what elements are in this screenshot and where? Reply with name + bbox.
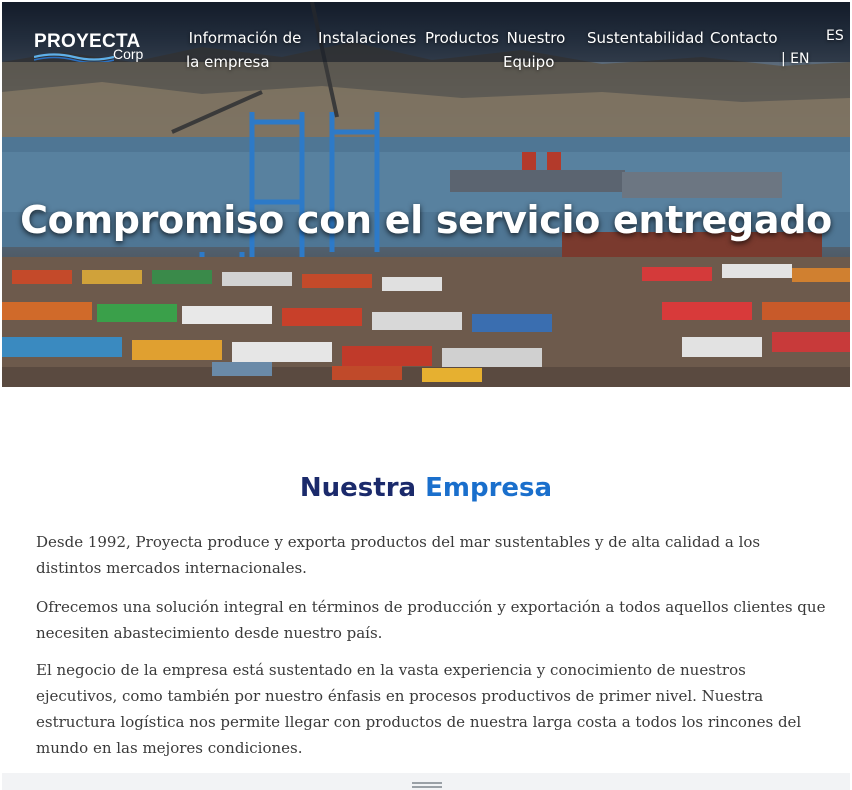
nav-item-label: Contacto (710, 29, 778, 47)
nav-item-label: Productos (425, 29, 499, 47)
paragraph-2: Ofrecemos una solución integral en térmi… (36, 598, 826, 642)
nav-item-sustentabilidad[interactable]: Sustentabilidad (587, 26, 704, 50)
hero-title: Compromiso con el servicio entregado (20, 198, 832, 242)
nav-item-label: Equipo (503, 53, 555, 71)
lang-en-link[interactable]: | EN (781, 51, 810, 67)
nav-item-contacto[interactable]: Contacto (710, 26, 778, 50)
section-title-part1: Nuestra (299, 473, 417, 503)
paragraph-3: El negocio de la empresa está sustentado… (36, 661, 802, 757)
nav-item-label: Información de (188, 29, 302, 47)
nav-item-instalaciones[interactable]: Instalaciones (318, 26, 416, 50)
paragraph-1: Desde 1992, Proyecta produce y exporta p… (36, 533, 761, 577)
nav-item-equipo[interactable]: Nuestro Equipo (503, 26, 569, 74)
nav-item-label: Sustentabilidad (587, 29, 704, 47)
nav-item-informacion[interactable]: Información de la empresa (186, 26, 304, 74)
brand-logo[interactable]: PROYECTA Corp (34, 31, 154, 65)
nav-item-productos[interactable]: Productos (425, 26, 499, 50)
section-title-part2: Empresa (425, 473, 553, 503)
brand-sub: Corp (113, 46, 144, 62)
nav-item-label: Instalaciones (318, 29, 417, 47)
drag-handle-icon[interactable] (412, 782, 442, 788)
section-title: Nuestra Empresa (0, 473, 852, 503)
lang-es-link[interactable]: ES (826, 28, 844, 44)
nav-item-label: Nuestro (506, 29, 566, 47)
nav-item-label: la empresa (186, 53, 270, 71)
wave-icon (34, 53, 114, 62)
